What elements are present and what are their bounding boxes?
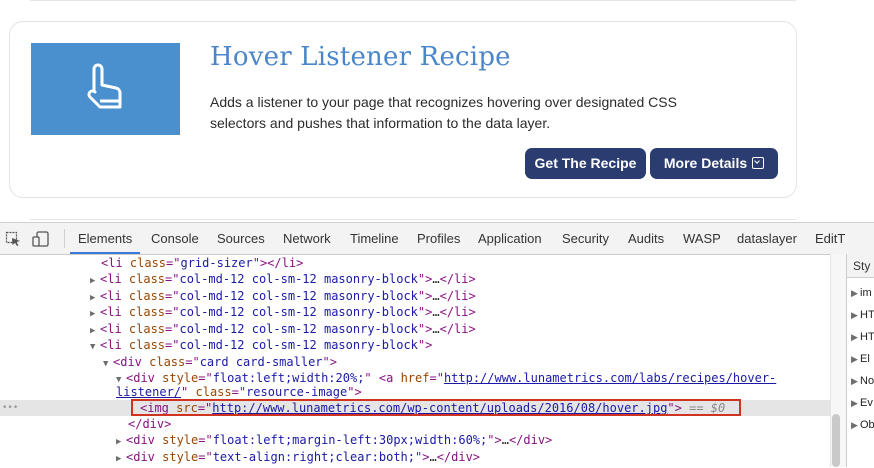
devtools-tabbar: Elements Console Sources Network Timelin… [0, 223, 874, 255]
styles-item[interactable]: ▶ Ev [851, 392, 873, 414]
expand-arrow-icon[interactable]: ▶ [90, 306, 100, 322]
inspect-element-icon[interactable] [5, 231, 21, 247]
tab-security[interactable]: Security [562, 223, 609, 254]
dom-node-card-div[interactable]: ▼ <div class="card card-smaller"> [103, 354, 337, 370]
recipe-card: Hover Listener Recipe Adds a listener to… [9, 21, 797, 198]
collapse-arrow-icon[interactable]: ▼ [90, 339, 100, 355]
styles-item[interactable]: ▶ HT [851, 304, 874, 326]
tab-application[interactable]: Application [478, 223, 542, 254]
styles-tab[interactable]: Sty [847, 254, 874, 278]
tab-dataslayer[interactable]: dataslayer [737, 223, 797, 254]
elements-tree[interactable]: <li class="grid-sizer"></li> ▶ <li class=… [0, 254, 830, 467]
tab-timeline[interactable]: Timeline [350, 223, 399, 254]
recipe-thumbnail[interactable] [31, 43, 180, 135]
tab-console[interactable]: Console [151, 223, 199, 254]
styles-item[interactable]: ▶ Ob [851, 414, 874, 436]
collapse-arrow-icon[interactable]: ▼ [103, 356, 113, 372]
styles-item[interactable]: ▶ El [851, 348, 870, 370]
img-highlight-box [131, 399, 741, 416]
toolbar-separator [64, 229, 65, 248]
dom-node-li-1[interactable]: ▶ <li class="col-md-12 col-sm-12 masonry-… [90, 271, 476, 287]
dom-node-li-2[interactable]: ▶ <li class="col-md-12 col-sm-12 masonry-… [90, 288, 476, 304]
more-details-button[interactable]: More Details [650, 148, 778, 179]
dom-node-margin-div[interactable]: ▶ <div style="float:left;margin-left:30px… [116, 432, 552, 448]
tab-editthiscookie[interactable]: EditThisC [815, 223, 845, 254]
tab-profiles[interactable]: Profiles [417, 223, 460, 254]
tab-network[interactable]: Network [283, 223, 331, 254]
anchor-href-link[interactable]: http://www.lunametrics.com/labs/recipes/… [444, 371, 776, 385]
divider-bottom [30, 219, 796, 220]
device-toolbar-icon[interactable] [32, 231, 50, 247]
styles-panel: Sty ▶ im ▶ HT ▶ HT ▶ El ▶ No ▶ Ev ▶ Ob [846, 254, 874, 467]
more-dots-icon[interactable]: ••• [2, 400, 18, 416]
anchor-href-link-cont[interactable]: listener/ [116, 385, 181, 399]
tab-wasp[interactable]: WASP [683, 223, 721, 254]
recipe-title[interactable]: Hover Listener Recipe [210, 42, 511, 72]
dom-node-close-div[interactable]: </div> [128, 416, 171, 432]
expand-arrow-icon[interactable]: ▶ [90, 273, 100, 289]
divider-top [30, 0, 796, 1]
dom-node-li-3[interactable]: ▶ <li class="col-md-12 col-sm-12 masonry-… [90, 304, 476, 320]
dom-node-textalign-div[interactable]: ▶ <div style="text-align:right;clear:both… [116, 449, 480, 465]
dom-node-li-5-open[interactable]: ▼ <li class="col-md-12 col-sm-12 masonry-… [90, 337, 432, 353]
styles-item[interactable]: ▶ HT [851, 326, 874, 348]
tab-audits[interactable]: Audits [628, 223, 664, 254]
dom-node-li-4[interactable]: ▶ <li class="col-md-12 col-sm-12 masonry-… [90, 321, 476, 337]
get-recipe-button[interactable]: Get The Recipe [525, 148, 646, 179]
styles-item[interactable]: ▶ im [851, 282, 872, 304]
chevron-down-icon [752, 157, 765, 169]
tab-elements[interactable]: Elements [78, 223, 132, 254]
expand-arrow-icon[interactable]: ▶ [116, 434, 126, 450]
styles-item[interactable]: ▶ No [851, 370, 874, 392]
elements-scroll-thumb[interactable] [832, 414, 840, 467]
tab-sources[interactable]: Sources [217, 223, 265, 254]
expand-arrow-icon[interactable]: ▶ [116, 451, 126, 467]
recipe-description: Adds a listener to your page that recogn… [210, 94, 677, 131]
more-details-label: More Details [663, 155, 748, 171]
dom-node-grid-sizer[interactable]: <li class="grid-sizer"></li> [101, 255, 303, 271]
dom-node-anchor-cont[interactable]: listener/" class="resource-image"> [116, 384, 362, 400]
hand-pointer-icon [87, 63, 122, 109]
